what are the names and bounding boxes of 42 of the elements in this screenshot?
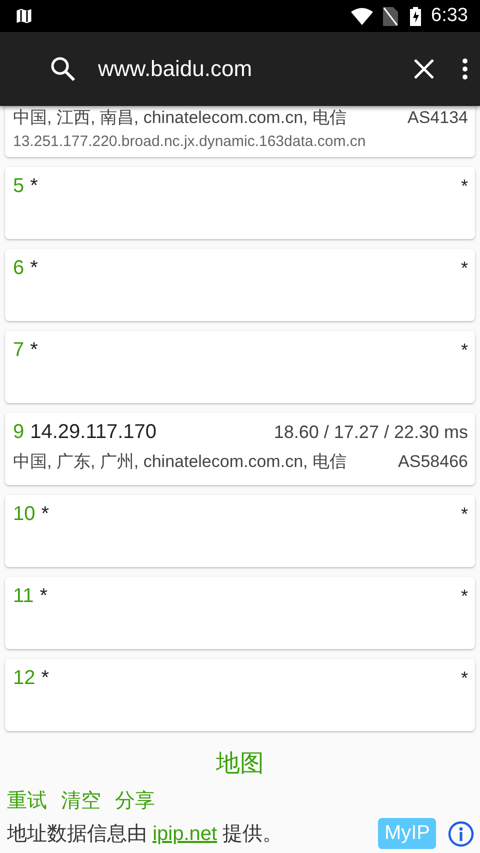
hop-number: 9 xyxy=(13,421,24,444)
hop-location: 中国, 江西, 南昌, chinatelecom.com.cn, 电信 xyxy=(13,107,346,129)
action-link[interactable]: 重试 xyxy=(7,787,47,814)
info-icon[interactable] xyxy=(448,820,474,846)
hop-number: 6 xyxy=(13,257,24,280)
hop-number: 11 xyxy=(13,585,34,608)
hop-time: * xyxy=(460,340,468,361)
search-icon[interactable] xyxy=(50,56,76,82)
hop-asn: AS58466 xyxy=(398,452,468,472)
hop-address: * xyxy=(41,503,50,526)
hop-number: 10 xyxy=(13,503,36,526)
hop-time: 18.60 / 17.27 / 22.30 ms xyxy=(274,422,468,443)
hop-address: 14.29.117.170 xyxy=(30,421,157,444)
hop-address: * xyxy=(40,585,48,608)
hop-number: 5 xyxy=(13,175,24,198)
battery-charging-icon xyxy=(410,6,422,26)
action-link[interactable]: 分享 xyxy=(115,787,155,814)
hop-hostname: 13.251.177.220.broad.nc.jx.dynamic.163data.com.cn xyxy=(13,133,367,150)
hop-address: * xyxy=(30,257,38,280)
hop-number: 7 xyxy=(13,339,24,362)
credit-text: 地址数据信息由 ipip.net 提供。 xyxy=(7,822,284,847)
hop-address: * xyxy=(30,175,38,198)
hop-time: * xyxy=(460,586,468,607)
wifi-icon xyxy=(351,8,374,24)
ipip-link[interactable]: ipip.net xyxy=(152,823,218,845)
hop-time: * xyxy=(460,176,468,197)
more-icon[interactable] xyxy=(462,58,468,80)
hop-location: 中国, 广东, 广州, chinatelecom.com.cn, 电信 xyxy=(13,451,346,473)
hop-number: 12 xyxy=(13,667,36,690)
map-icon xyxy=(16,8,32,24)
no-sim-icon xyxy=(383,6,398,26)
action-link[interactable]: 清空 xyxy=(61,787,101,814)
myip-button[interactable]: MyIP xyxy=(378,818,436,849)
map-link[interactable]: 地图 xyxy=(216,750,264,777)
hop-asn: AS4134 xyxy=(408,108,468,128)
status-time: 6:33 xyxy=(431,5,468,27)
hop-address: * xyxy=(30,339,38,362)
hop-time: * xyxy=(460,504,468,525)
close-icon[interactable] xyxy=(414,59,434,79)
hop-time: * xyxy=(460,258,468,279)
hop-address: * xyxy=(41,667,50,690)
hop-time: * xyxy=(460,668,468,689)
